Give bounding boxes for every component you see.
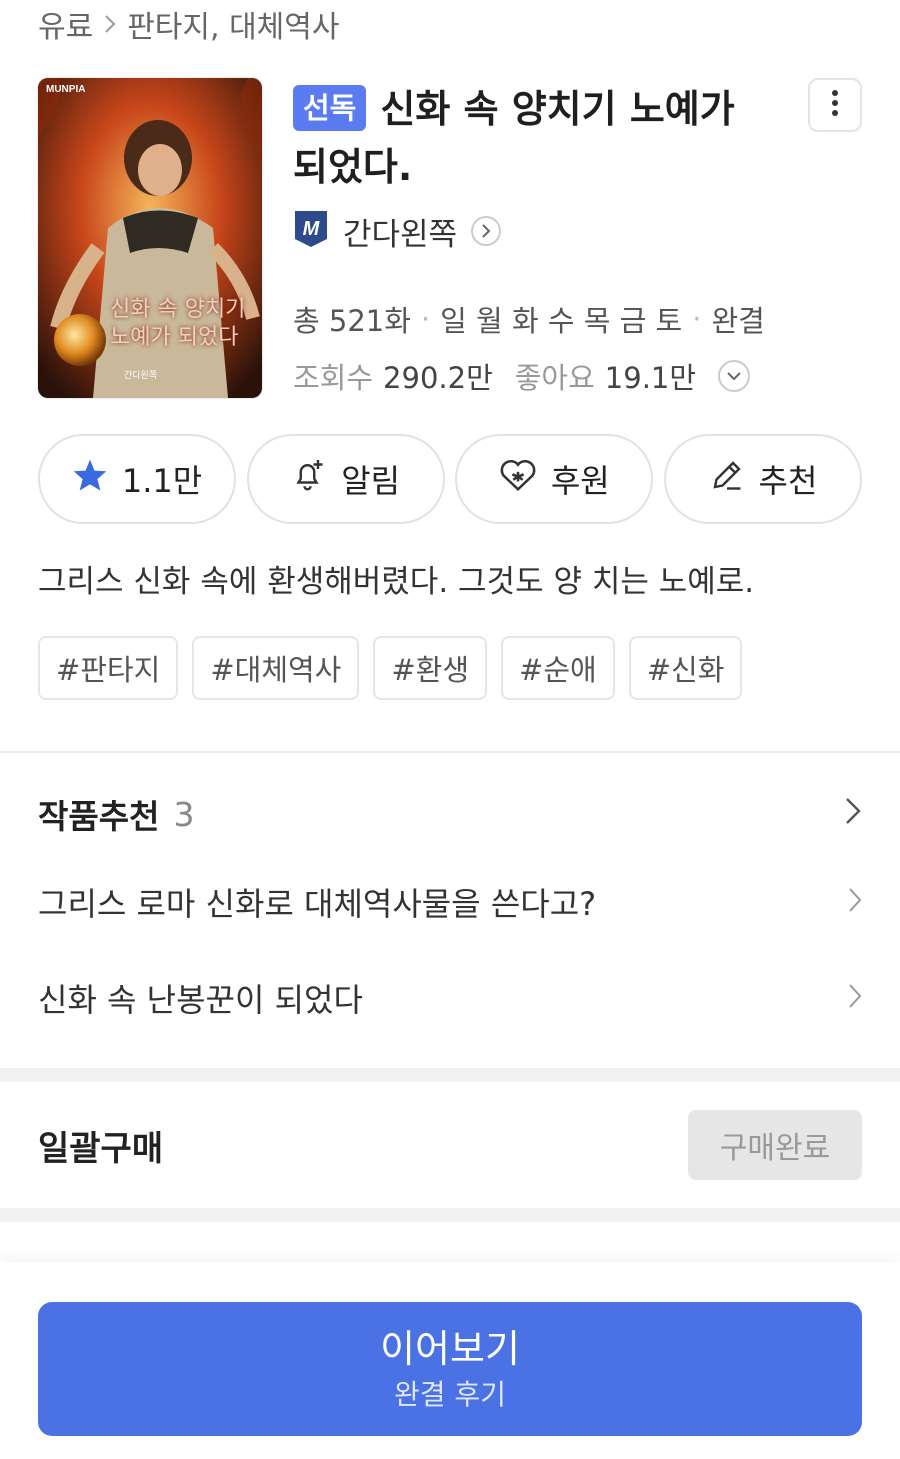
munpia-logo-icon: M <box>293 209 329 253</box>
chevron-right-icon <box>848 883 862 921</box>
views-value: 290.2만 <box>383 361 493 395</box>
recommendation-item[interactable]: 신화 속 난봉꾼이 되었다 <box>38 974 862 1022</box>
completion-status: 완결 <box>711 304 765 338</box>
bulk-purchase-row: 일괄구매 구매완료 <box>38 1110 862 1180</box>
support-label: 후원 <box>550 462 610 500</box>
publish-days: 일 월 화 수 목 금 토 <box>440 304 683 338</box>
favorite-count: 1.1만 <box>121 462 203 500</box>
recommendation-title: 신화 속 난봉꾼이 되었다 <box>38 981 363 1019</box>
chevron-down-icon[interactable] <box>718 360 751 392</box>
cover-publisher-logo: MUNPIA <box>46 84 86 95</box>
section-separator-band <box>0 1068 900 1082</box>
tag-list: #판타지 #대체역사 #환생 #순애 #신화 <box>38 636 756 700</box>
tag-fantasy[interactable]: #판타지 <box>38 636 179 700</box>
episode-count: 총 521화 <box>293 304 411 338</box>
work-title: 선독 신화 속 양치기 노예가 되었다. <box>293 80 783 196</box>
exclusive-badge: 선독 <box>293 85 367 131</box>
chevron-right-icon <box>103 13 117 35</box>
author-name: 간다왼쪽 <box>343 216 458 253</box>
continue-reading-label: 이어보기 <box>380 1327 520 1371</box>
likes-label: 좋아요 <box>514 361 595 395</box>
recommendations-header[interactable]: 작품추천 3 <box>38 790 862 838</box>
heart-gift-icon <box>499 457 551 501</box>
work-title-line1: 신화 속 양치기 노예가 <box>380 87 735 131</box>
svg-text:M: M <box>303 218 321 240</box>
recommendations-count: 3 <box>173 794 195 834</box>
separator-dot: · <box>420 302 431 336</box>
separator-dot: · <box>692 302 702 336</box>
action-buttons: 1.1만 알림 후원 추천 <box>38 434 862 524</box>
stats-row: 조회수 290.2만 좋아요 19.1만 <box>293 355 751 397</box>
continue-episode-label: 완결 후기 <box>394 1378 506 1411</box>
breadcrumb: 유료 판타지, 대체역사 <box>38 2 339 46</box>
cover-image[interactable]: MUNPIA 신화 속 양치기 노예가 되었다 간다왼쪽 <box>38 78 262 398</box>
recommend-button[interactable]: 추천 <box>663 434 862 524</box>
breadcrumb-root[interactable]: 유료 <box>38 2 93 46</box>
episode-info: 총 521화 · 일 월 화 수 목 금 토 · 완결 <box>293 298 765 340</box>
cover-title-text: 신화 속 양치기 노예가 되었다 <box>110 297 246 350</box>
more-vertical-icon <box>831 89 839 121</box>
cover-author-text: 간다왼쪽 <box>124 371 158 381</box>
chevron-right-icon <box>471 216 502 246</box>
author-link[interactable]: M 간다왼쪽 <box>293 208 502 254</box>
recommendations-heading: 작품추천 <box>38 797 160 836</box>
chevron-right-icon <box>848 979 862 1017</box>
bell-plus-icon <box>291 457 341 501</box>
recommendation-item[interactable]: 그리스 로마 신화로 대체역사물을 쓴다고? <box>38 878 862 926</box>
views-label: 조회수 <box>293 361 374 395</box>
tag-alt-history[interactable]: #대체역사 <box>192 636 360 700</box>
continue-reading-button[interactable]: 이어보기 완결 후기 <box>38 1302 862 1436</box>
chevron-right-icon <box>844 795 862 834</box>
bulk-purchase-label: 일괄구매 <box>38 1128 164 1169</box>
tag-reincarnation[interactable]: #환생 <box>373 636 488 700</box>
work-title-block: 선독 신화 속 양치기 노예가 되었다. <box>293 80 783 196</box>
work-title-line2: 되었다. <box>293 145 413 189</box>
alert-label: 알림 <box>341 462 401 500</box>
tag-mythology[interactable]: #신화 <box>628 636 743 700</box>
likes-value: 19.1만 <box>604 361 697 395</box>
star-icon <box>72 458 122 500</box>
pencil-icon <box>709 457 759 501</box>
section-divider <box>0 751 900 753</box>
section-separator-band <box>0 1208 900 1222</box>
recommend-label: 추천 <box>758 462 818 500</box>
recommendation-title: 그리스 로마 신화로 대체역사물을 쓴다고? <box>38 885 597 923</box>
alert-button[interactable]: 알림 <box>246 434 445 524</box>
more-options-button[interactable] <box>808 78 862 132</box>
favorite-button[interactable]: 1.1만 <box>38 434 236 524</box>
synopsis-text: 그리스 신화 속에 환생해버렸다. 그것도 양 치는 노예로. <box>38 564 755 600</box>
support-button[interactable]: 후원 <box>455 434 654 524</box>
purchase-complete-button[interactable]: 구매완료 <box>688 1110 862 1180</box>
tag-pure-love[interactable]: #순애 <box>501 636 615 700</box>
breadcrumb-genre[interactable]: 판타지, 대체역사 <box>127 2 339 46</box>
